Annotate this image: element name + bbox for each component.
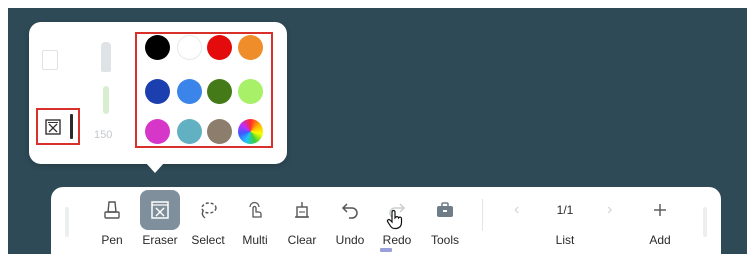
list-label: List	[555, 233, 575, 247]
pen-slot-icon[interactable]	[103, 86, 109, 114]
thickness-indicator	[70, 114, 73, 139]
color-swatch[interactable]	[176, 34, 202, 60]
tools-button[interactable]: Tools	[425, 187, 465, 254]
lasso-icon	[201, 202, 217, 219]
color-swatch[interactable]	[237, 34, 263, 60]
undo-icon	[341, 203, 358, 219]
prev-page-icon[interactable]: ‹	[514, 201, 519, 219]
bottom-toolbar: Pen Eraser Select Multi Clear Undo Redo …	[51, 187, 721, 254]
eraser-mode-selector[interactable]	[36, 108, 80, 145]
toolbar-divider	[482, 199, 483, 231]
color-swatch[interactable]	[237, 78, 263, 104]
tools-label: Tools	[430, 233, 459, 247]
redo-page-indicator	[380, 248, 392, 252]
left-edge-handle[interactable]	[65, 207, 69, 237]
color-swatch[interactable]	[206, 34, 232, 60]
color-swatch[interactable]	[176, 118, 202, 144]
add-page-button[interactable]: Add	[640, 187, 680, 254]
add-label: Add	[649, 233, 671, 247]
color-swatch[interactable]	[176, 78, 202, 104]
color-swatch[interactable]	[144, 34, 170, 60]
eraser-tool-button[interactable]: Eraser	[140, 187, 180, 254]
plus-icon	[654, 204, 666, 216]
clear-tool-button[interactable]: Clear	[282, 187, 322, 254]
hand-cursor-icon	[386, 209, 403, 230]
eraser-icon	[151, 201, 169, 219]
multi-touch-icon	[249, 201, 262, 218]
marker-slot-icon[interactable]	[42, 50, 58, 70]
right-edge-handle[interactable]	[703, 207, 707, 237]
redo-button[interactable]: Redo	[377, 187, 417, 254]
highlighter-slot-icon[interactable]	[101, 42, 111, 72]
list-button[interactable]: List	[545, 187, 585, 254]
color-swatch[interactable]	[206, 78, 232, 104]
eraser-box-icon	[45, 118, 61, 135]
custom-color-picker-icon[interactable]	[237, 118, 263, 144]
multi-tool-button[interactable]: Multi	[235, 187, 275, 254]
eraser-size-value: 150	[94, 129, 113, 141]
color-swatch[interactable]	[144, 78, 170, 104]
pen-icon	[104, 201, 120, 219]
popup-arrow	[146, 163, 164, 173]
next-page-icon[interactable]: ›	[607, 201, 612, 219]
undo-button[interactable]: Undo	[330, 187, 370, 254]
pen-tool-button[interactable]: Pen	[92, 187, 132, 254]
color-swatch[interactable]	[144, 118, 170, 144]
toolbox-icon	[437, 202, 453, 217]
clear-icon	[295, 202, 309, 218]
color-swatch[interactable]	[206, 118, 232, 144]
select-tool-button[interactable]: Select	[188, 187, 228, 254]
